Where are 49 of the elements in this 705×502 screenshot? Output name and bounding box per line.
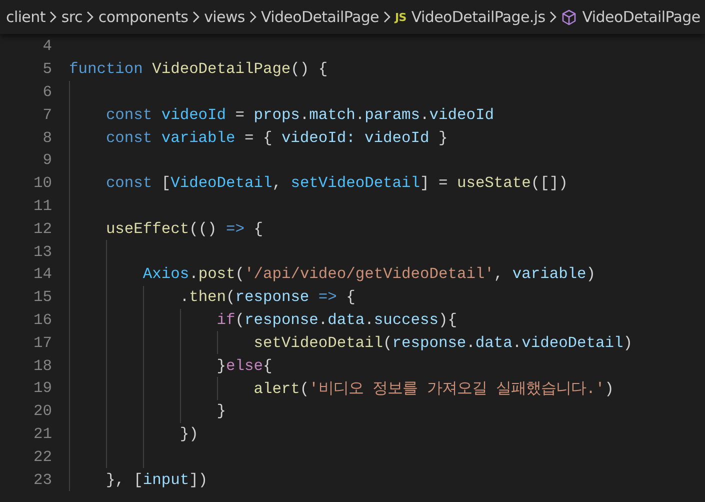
line-number: 15 [32,288,53,306]
code-line: .then(response => { [178,288,356,306]
code-line: setVideoDetail(response.data.videoDetail) [252,334,632,352]
line-number: 12 [32,220,53,238]
line-number: 14 [32,265,53,284]
line-number: 10 [32,174,53,192]
chevron-icon [49,11,58,23]
breadcrumb-folder[interactable]: src [61,8,82,26]
code-line: Axios.post('/api/video/getVideoDetail', variable) [142,265,596,284]
chevron-icon [248,11,257,23]
line-number: 17 [32,334,53,352]
line-number: 9 [42,151,53,170]
line-number: 5 [42,60,53,78]
line-number: 18 [32,356,53,375]
code-line: }, [input]) [104,470,208,489]
line-number: 8 [42,128,53,147]
code-line: } [216,402,226,420]
breadcrumb-folder[interactable]: client [6,8,46,26]
code-line: }) [178,424,198,443]
chevron-icon [382,11,391,23]
code-line: useEffect(() => { [104,220,263,238]
chevron-icon [192,11,200,23]
line-number: 7 [42,106,53,124]
breadcrumb-folder[interactable]: VideoDetailPage [260,8,379,26]
breadcrumb-folder[interactable]: components [98,8,188,26]
line-number: 19 [32,379,53,398]
code-line: const videoId = props.match.params.videoId [104,106,494,124]
chevron-icon [549,11,558,23]
line-number: 23 [32,470,53,489]
line-number: 21 [32,424,53,443]
js-file-icon: JS [394,10,406,24]
code-line: const [VideoDetail, setVideoDetail] = useState([]) [104,174,568,192]
breadcrumb-symbol[interactable]: VideoDetailPage [582,8,700,26]
line-number: 22 [32,448,53,466]
breadcrumb-file[interactable]: VideoDetailPage.js [411,8,546,26]
line-number: 6 [42,82,53,101]
line-number: 11 [32,196,53,215]
breadcrumb-folder[interactable]: views [204,8,245,26]
line-number: 20 [32,402,53,420]
code-line: if(response.data.success){ [216,310,457,329]
cube-icon [561,8,578,26]
chevron-icon [86,11,94,23]
code-line: const variable = { videoId: videoId } [104,128,448,147]
code-line: function VideoDetailPage() { [69,60,328,78]
line-number: 13 [32,242,53,261]
code-line: }else{ [216,356,272,375]
line-number: 16 [32,310,53,329]
line-number: 4 [42,37,53,56]
code-line: alert('비디오 정보를 가져오길 실패했습니다.') [252,378,614,399]
